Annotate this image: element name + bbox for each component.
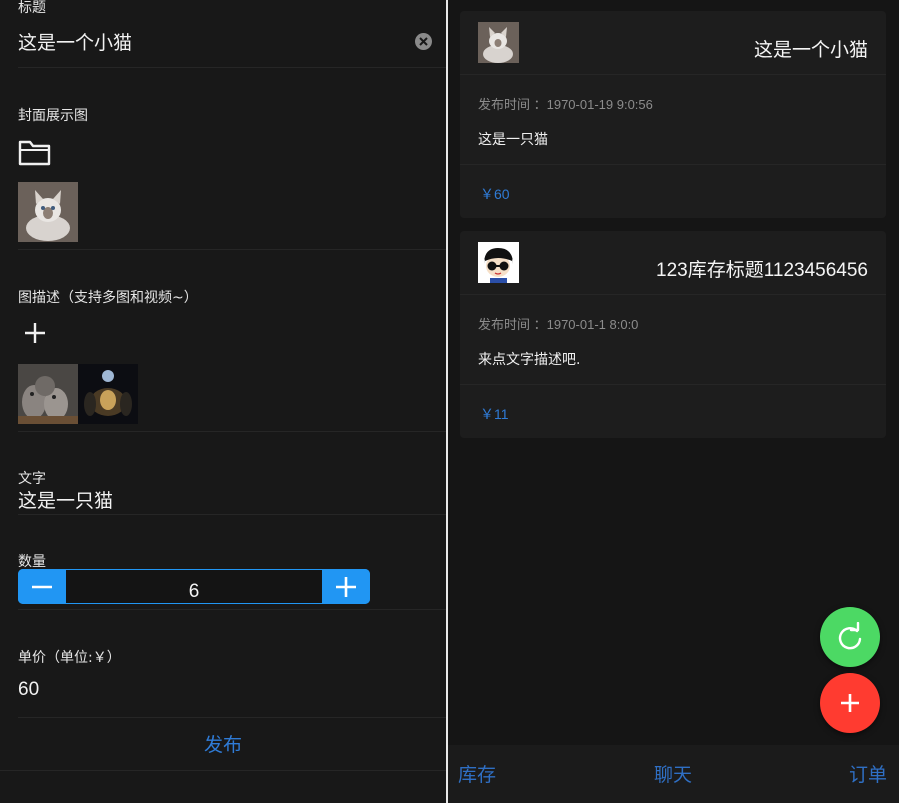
tab-inventory[interactable]: 库存 <box>458 760 496 787</box>
text-label: 文字 <box>18 471 46 487</box>
card-description: 来点文字描述吧. <box>478 352 581 368</box>
card-description: 这是一只猫 <box>478 132 548 148</box>
card-title: 123库存标题1123456456 <box>656 260 868 281</box>
publish-button[interactable]: 发布 <box>0 730 446 757</box>
card-thumbnail-cat <box>478 22 519 63</box>
divider <box>460 384 886 385</box>
publish-form: 标题 这是一个小猫 封面展示图 图描述（支持多图和视频~） 文字 这是一只猫 数… <box>0 0 446 803</box>
card-time: 发布时间 ：1970-01-1 8:0:0 <box>478 317 639 332</box>
title-label: 标题 <box>18 0 46 16</box>
card-price: ￥11 <box>480 406 509 422</box>
bottom-tabbar: 库存 聊天 订单 <box>448 745 899 803</box>
plus-icon[interactable] <box>24 322 46 348</box>
card-time: 发布时间 ：1970-01-19 9:0:56 <box>478 97 653 112</box>
folder-icon[interactable] <box>18 138 52 170</box>
card-price: ￥60 <box>480 186 510 202</box>
card-header: 123库存标题1123456456 <box>460 231 886 295</box>
clear-icon[interactable] <box>415 33 432 50</box>
divider <box>18 609 446 610</box>
refresh-icon <box>838 622 862 650</box>
add-icon <box>841 694 859 712</box>
card-header: 这是一个小猫 <box>460 11 886 75</box>
divider <box>18 431 446 432</box>
minus-icon[interactable] <box>18 569 66 604</box>
quantity-label: 数量 <box>18 554 46 570</box>
add-button[interactable] <box>820 673 880 733</box>
price-label: 单价（单位:￥） <box>18 650 121 666</box>
divider <box>18 717 446 718</box>
cover-label: 封面展示图 <box>18 108 88 124</box>
quantity-stepper <box>18 569 370 604</box>
card-title: 这是一个小猫 <box>753 40 868 61</box>
divider <box>0 770 446 771</box>
tab-orders[interactable]: 订单 <box>849 760 887 787</box>
inventory-panel: 这是一个小猫 发布时间 ：1970-01-19 9:0:56 这是一只猫 ￥60 <box>448 0 899 803</box>
inventory-card[interactable]: 这是一个小猫 发布时间 ：1970-01-19 9:0:56 这是一只猫 ￥60 <box>460 11 886 218</box>
divider <box>460 164 886 165</box>
price-input[interactable]: 60 <box>18 679 39 701</box>
divider <box>18 249 446 250</box>
refresh-button[interactable] <box>820 607 880 667</box>
card-thumbnail-cartoon <box>478 242 519 283</box>
inventory-card[interactable]: 123库存标题1123456456 发布时间 ：1970-01-1 8:0:0 … <box>460 231 886 438</box>
plus-icon[interactable] <box>322 569 370 604</box>
gallery-image-2[interactable] <box>78 364 138 424</box>
gallery-image-1[interactable] <box>18 364 78 424</box>
cover-image-cat[interactable] <box>18 182 78 242</box>
divider <box>18 514 446 515</box>
quantity-input[interactable] <box>67 580 321 604</box>
divider <box>18 67 446 68</box>
gallery-label: 图描述（支持多图和视频~） <box>18 290 198 306</box>
title-input[interactable]: 这是一个小猫 <box>18 28 132 55</box>
text-input[interactable]: 这是一只猫 <box>18 486 113 513</box>
tab-chat[interactable]: 聊天 <box>654 760 692 787</box>
